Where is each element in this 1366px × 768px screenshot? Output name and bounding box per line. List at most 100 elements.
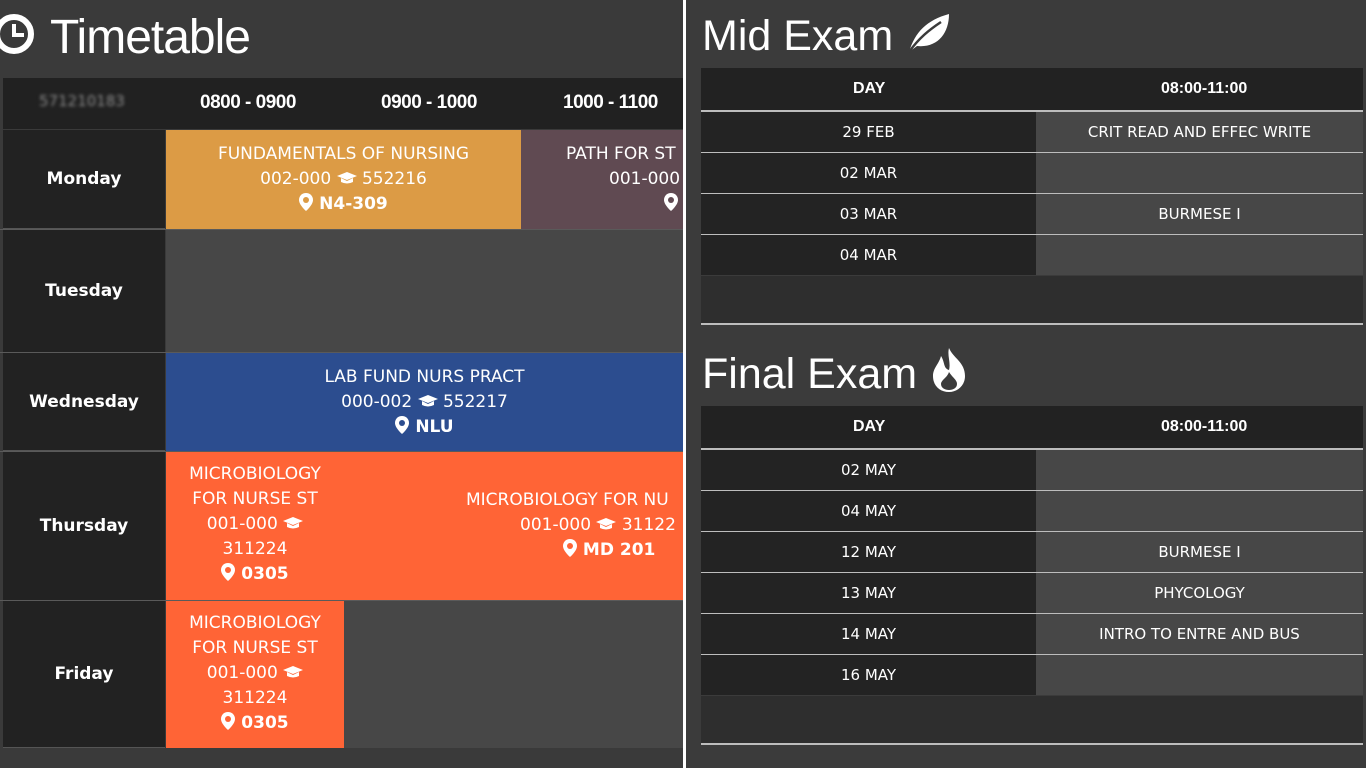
- exam-day: 16 MAY: [701, 655, 1036, 695]
- exam-day: 29 FEB: [701, 112, 1036, 152]
- table-row: 13 MAY PHYCOLOGY: [701, 573, 1363, 614]
- exam-subject: [1036, 491, 1363, 531]
- course-code: 311224: [222, 539, 288, 559]
- hour-header-row: 571210183 0800 - 0900 0900 - 1000 1000 -…: [3, 78, 683, 129]
- exam-subject: BURMESE I: [1036, 194, 1363, 234]
- graduation-cap-icon: [283, 666, 304, 678]
- exam-day: 12 MAY: [701, 532, 1036, 572]
- course-name: PATH FOR ST: [566, 144, 676, 164]
- hour-header: 0800 - 0900: [200, 92, 296, 113]
- graduation-cap-icon: [336, 172, 357, 184]
- day-label-tuesday: Tuesday: [3, 230, 165, 353]
- table-row: 04 MAR: [701, 235, 1363, 275]
- course-section: 002-000: [260, 169, 332, 189]
- map-marker-icon: [664, 193, 678, 211]
- course-code: 31122: [621, 515, 676, 535]
- table-row: 29 FEB CRIT READ AND EFFEC WRITE: [701, 112, 1363, 153]
- exam-subject: [1036, 153, 1363, 193]
- course-block[interactable]: FUNDAMENTALS OF NURSING 002-000 552216 N…: [166, 130, 521, 229]
- final-exam-title: Final Exam: [702, 350, 918, 398]
- day-label-wednesday: Wednesday: [3, 353, 165, 451]
- course-code: 311224: [222, 688, 288, 708]
- course-name: FOR NURSE ST: [192, 489, 318, 509]
- day-row-tuesday: [166, 230, 683, 352]
- graduation-cap-icon: [283, 517, 304, 529]
- map-marker-icon: [563, 539, 577, 557]
- exam-subject: [1036, 235, 1363, 275]
- course-code: 552217: [442, 392, 508, 412]
- map-marker-icon: [221, 712, 236, 730]
- mid-exam-title: Mid Exam: [702, 12, 894, 60]
- graduation-cap-icon: [596, 518, 617, 530]
- course-block[interactable]: MICROBIOLOGY FOR NURSE ST 001-000 311224…: [166, 601, 344, 748]
- course-code: 552216: [361, 169, 427, 189]
- day-label-monday: Monday: [3, 130, 165, 229]
- course-block[interactable]: PATH FOR ST 001-000: [521, 130, 683, 229]
- exam-day: 04 MAY: [701, 491, 1036, 531]
- col-day: DAY: [853, 418, 886, 435]
- table-row: 16 MAY: [701, 655, 1363, 695]
- table-row: 04 MAY: [701, 491, 1363, 532]
- table-row: 12 MAY BURMESE I: [701, 532, 1363, 573]
- course-room: 0305: [241, 713, 289, 733]
- course-name: MICROBIOLOGY FOR NU: [466, 490, 669, 510]
- course-name: LAB FUND NURS PRACT: [324, 367, 525, 387]
- exam-day: 03 MAR: [701, 194, 1036, 234]
- course-block[interactable]: MICROBIOLOGY FOR NURSE ST 001-000 311224…: [166, 462, 344, 592]
- course-section: 001-000: [206, 514, 278, 534]
- exam-subject: BURMESE I: [1036, 532, 1363, 572]
- course-section: 001-000: [609, 169, 681, 189]
- col-time: 08:00-11:00: [1161, 80, 1248, 97]
- final-exam-heading: Final Exam: [702, 346, 969, 402]
- day-label-friday: Friday: [3, 601, 165, 748]
- table-footer: [701, 276, 1363, 325]
- exam-subject: INTRO TO ENTRE AND BUS: [1036, 614, 1363, 654]
- student-id: 571210183: [39, 92, 125, 110]
- graduation-cap-icon: [417, 395, 438, 407]
- table-row: 02 MAR: [701, 153, 1363, 194]
- hour-header: 1000 - 1100: [563, 92, 658, 113]
- timetable-panel: Timetable 571210183 0800 - 0900 0900 - 1…: [0, 0, 683, 768]
- fire-icon: [933, 348, 966, 392]
- course-section: 001-000: [206, 663, 278, 683]
- course-name: MICROBIOLOGY: [189, 613, 321, 633]
- course-block[interactable]: MICROBIOLOGY FOR NU 001-000 31122 MD 201: [466, 488, 683, 568]
- mid-exam-heading: Mid Exam: [702, 8, 951, 64]
- course-section: 000-002: [341, 392, 413, 412]
- exam-day: 04 MAR: [701, 235, 1036, 275]
- exams-panel: Mid Exam DAY 08:00-11:00 29 FEB CRIT REA…: [686, 0, 1366, 768]
- clock-icon: [0, 14, 34, 54]
- exam-subject: [1036, 450, 1363, 490]
- timetable-title: Timetable: [50, 11, 251, 64]
- course-section: 001-000: [520, 515, 592, 535]
- table-header: DAY 08:00-11:00: [701, 68, 1363, 112]
- day-label-thursday: Thursday: [3, 452, 165, 601]
- exam-day: 14 MAY: [701, 614, 1036, 654]
- table-row: 03 MAR BURMESE I: [701, 194, 1363, 235]
- hour-header: 0900 - 1000: [381, 92, 477, 113]
- exam-subject: PHYCOLOGY: [1036, 573, 1363, 613]
- exam-day: 02 MAR: [701, 153, 1036, 193]
- map-marker-icon: [395, 416, 410, 434]
- course-name: FOR NURSE ST: [192, 638, 318, 658]
- course-room: MD 201: [582, 540, 656, 560]
- exam-day: 02 MAY: [701, 450, 1036, 490]
- exam-day: 13 MAY: [701, 573, 1036, 613]
- col-day: DAY: [853, 80, 886, 97]
- table-row: 02 MAY: [701, 450, 1363, 491]
- map-marker-icon: [221, 563, 236, 581]
- exam-subject: CRIT READ AND EFFEC WRITE: [1036, 112, 1363, 152]
- table-header: DAY 08:00-11:00: [701, 406, 1363, 450]
- course-name: FUNDAMENTALS OF NURSING: [217, 144, 470, 164]
- exam-subject: [1036, 655, 1363, 695]
- timetable-header: Timetable: [0, 0, 683, 78]
- course-block[interactable]: LAB FUND NURS PRACT 000-002 552217 NLU: [166, 353, 683, 451]
- course-room: NLU: [415, 417, 454, 437]
- course-room: N4-309: [319, 194, 388, 214]
- leaf-icon: [908, 14, 950, 53]
- col-time: 08:00-11:00: [1161, 418, 1248, 435]
- table-row: 14 MAY INTRO TO ENTRE AND BUS: [701, 614, 1363, 655]
- map-marker-icon: [299, 193, 314, 211]
- course-room: 0305: [241, 564, 289, 584]
- course-name: MICROBIOLOGY: [189, 464, 321, 484]
